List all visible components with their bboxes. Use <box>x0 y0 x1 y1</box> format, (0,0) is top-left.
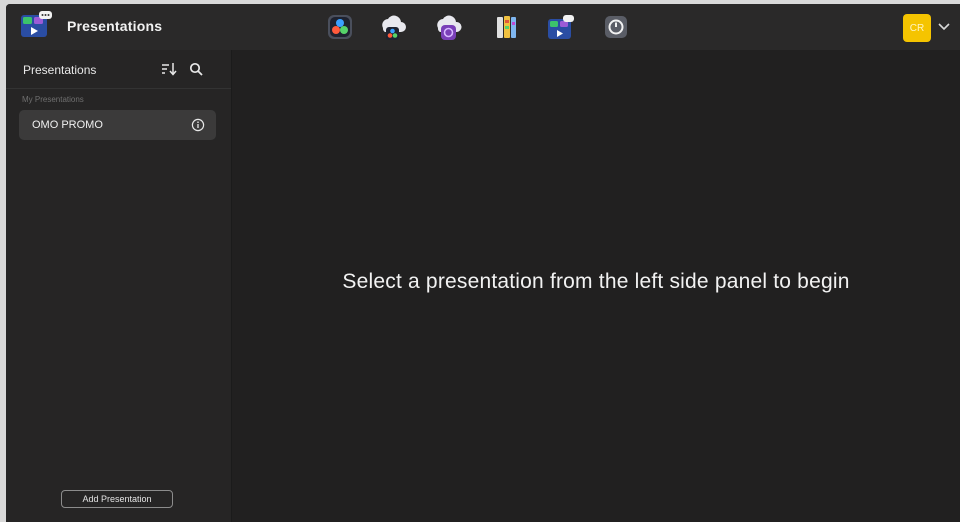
presentations-sidebar: Presentations My Presentations OMO PROMO <box>6 50 232 522</box>
app-title: Presentations <box>67 18 163 34</box>
search-icon[interactable] <box>189 62 203 76</box>
sort-icon[interactable] <box>161 62 177 76</box>
cloud-store-icon[interactable] <box>434 12 462 42</box>
add-presentation-button[interactable]: Add Presentation <box>61 490 173 508</box>
settings-dial-icon[interactable] <box>602 12 630 42</box>
media-library-icon[interactable] <box>492 12 520 42</box>
presentation-item[interactable]: OMO PROMO <box>19 110 216 140</box>
chevron-down-icon[interactable] <box>938 22 950 32</box>
empty-state-message: Select a presentation from the left side… <box>342 270 850 293</box>
user-avatar[interactable]: CR <box>903 14 931 42</box>
presentation-item-label: OMO PROMO <box>32 119 103 131</box>
info-icon[interactable] <box>191 118 205 132</box>
top-bar: Presentations CR <box>6 4 960 50</box>
cloud-resolve-icon[interactable] <box>378 12 406 42</box>
davinci-resolve-icon[interactable] <box>326 12 354 42</box>
app-window: Presentations CR Presentations My Presen… <box>6 4 960 522</box>
sidebar-title: Presentations <box>23 63 97 77</box>
sidebar-header: Presentations <box>6 50 231 89</box>
presentations-launcher-icon[interactable] <box>547 12 575 42</box>
presentations-app-icon[interactable] <box>20 10 54 42</box>
section-label: My Presentations <box>22 95 84 104</box>
